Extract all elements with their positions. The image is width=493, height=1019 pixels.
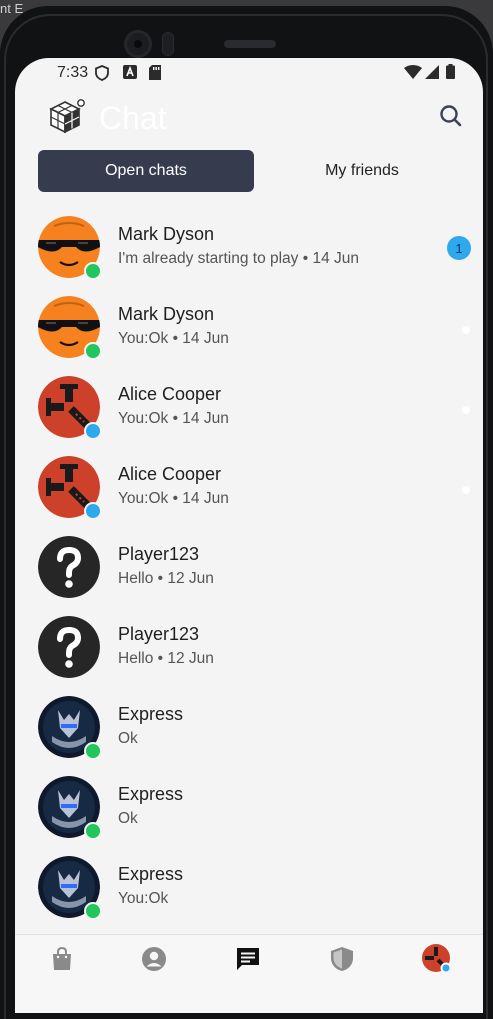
status-time: 7:33 [57,64,89,81]
shield-icon [331,947,353,971]
account-icon [142,947,166,971]
read-indicator-dot [462,326,470,334]
chat-tabs: Open chats My friends [38,150,468,192]
app-bar: Chat [15,88,483,148]
battery-icon [446,64,455,84]
shopping-bag-icon [53,947,71,970]
online-status-indicator [84,902,102,920]
vpn-shield-icon [95,65,109,86]
chat-preview: Hello • 12 Jun [118,650,214,667]
front-camera [124,30,152,58]
chat-icon [237,948,259,970]
cellular-signal-icon [425,64,439,84]
online-status-indicator [84,342,102,360]
chat-list-item[interactable]: Mark Dyson I'm already starting to play … [15,204,483,284]
proximity-sensor [162,32,174,56]
chat-list-item[interactable]: Mark Dyson You:Ok • 14 Jun [15,284,483,364]
chat-name: Alice Cooper [118,464,222,484]
avatar [38,296,102,360]
chat-preview: Ok [118,730,138,747]
wifi-icon [404,64,422,84]
page-title: Chat [99,100,167,136]
chat-list-item[interactable]: Express Ok [15,684,483,764]
chat-preview: Ok [118,810,138,827]
search-icon [440,105,462,127]
chat-name: Player123 [118,544,200,564]
nav-profile-button[interactable] [421,943,453,975]
chat-name: Mark Dyson [118,304,215,324]
chat-name: Alice Cooper [118,384,222,404]
chat-list-item[interactable]: Express You:Ok [15,844,483,924]
read-indicator-dot [462,486,470,494]
chat-list-item[interactable]: Player123 Hello • 12 Jun [15,524,483,604]
chat-list-item[interactable]: Express Ok [15,764,483,844]
profile-avatar [422,944,452,974]
nav-security-button[interactable] [328,945,356,973]
tab-open-chats[interactable]: Open chats [38,150,254,192]
chat-name: Express [118,704,184,724]
chat-name: Express [118,784,184,804]
app-a-icon [123,65,137,84]
nav-store-button[interactable] [48,945,76,973]
avatar [38,456,102,520]
chat-preview: Hello • 12 Jun [118,570,214,587]
search-button[interactable] [437,102,465,130]
unread-count-badge: 1 [447,236,471,260]
away-status-indicator [84,422,102,440]
avatar [38,776,102,840]
avatar [38,376,102,440]
tab-my-friends[interactable]: My friends [254,150,470,192]
away-status-indicator [84,502,102,520]
status-bar: 7:33 [15,58,483,88]
avatar [38,216,102,280]
chat-list-item[interactable]: Alice Cooper You:Ok • 14 Jun [15,444,483,524]
sd-card-icon [149,65,161,85]
online-status-indicator [84,262,102,280]
avatar [38,616,100,678]
app-cube-logo-icon [47,96,87,136]
avatar [38,696,102,760]
status-right-icons [404,64,455,84]
chat-preview: I'm already starting to play • 14 Jun [118,250,360,267]
online-status-indicator [84,822,102,840]
read-indicator-dot [462,406,470,414]
earpiece-speaker [224,40,276,48]
question-mark-avatar-icon [38,616,100,678]
chat-list-item[interactable]: Player123 Hello • 12 Jun [15,604,483,684]
chat-name: Mark Dyson [118,224,215,244]
online-status-indicator [84,742,102,760]
chat-preview: You:Ok • 14 Jun [118,330,229,347]
app-screen: 7:33 Chat Open chats My friends Mark Dys… [15,58,483,1013]
question-mark-avatar-icon [38,536,100,598]
chat-preview: You:Ok • 14 Jun [118,490,229,507]
chat-name: Player123 [118,624,200,644]
nav-account-button[interactable] [140,945,168,973]
avatar [38,856,102,920]
avatar [38,536,100,598]
bottom-navigation [15,934,483,1013]
chat-name: Express [118,864,184,884]
nav-chat-button[interactable] [234,945,262,973]
chat-preview: You:Ok [118,890,169,907]
chat-list-item[interactable]: Alice Cooper You:Ok • 14 Jun [15,364,483,444]
chat-preview: You:Ok • 14 Jun [118,410,229,427]
